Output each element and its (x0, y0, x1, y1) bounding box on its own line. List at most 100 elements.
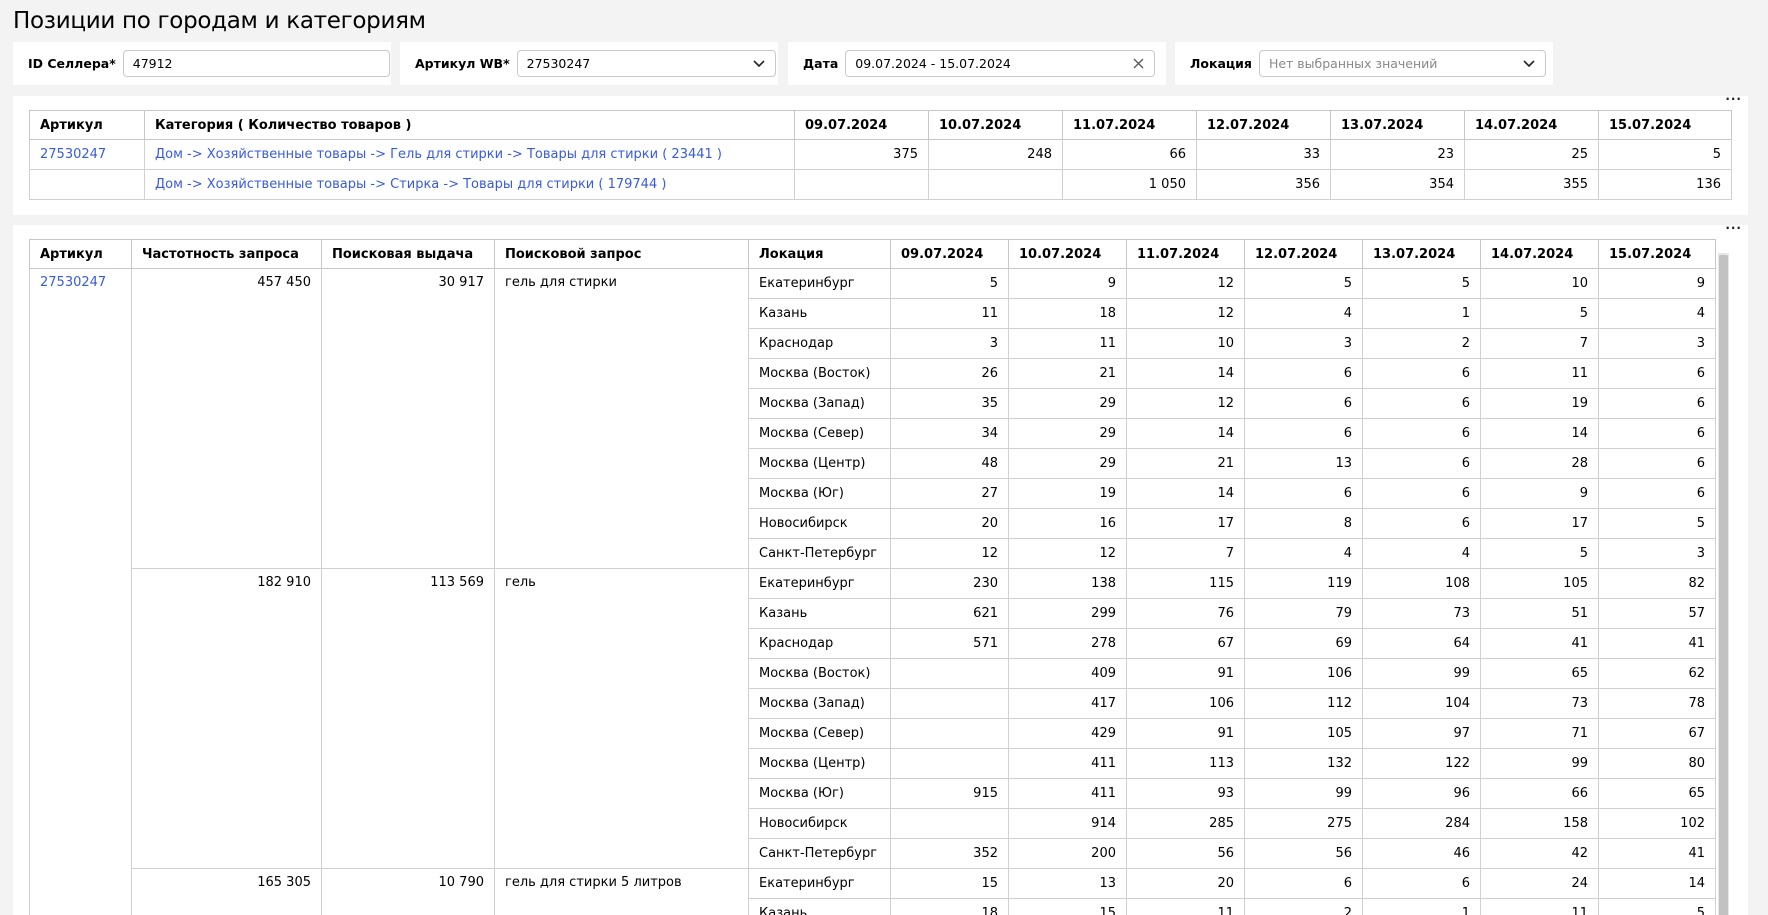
column-header[interactable]: 14.07.2024 (1464, 110, 1599, 140)
article-link[interactable]: 27530247 (40, 275, 106, 290)
column-header[interactable]: Артикул (29, 239, 132, 269)
frequency-cell: 182 910 (131, 568, 322, 869)
article-cell (29, 169, 145, 200)
column-header[interactable]: 14.07.2024 (1480, 239, 1599, 269)
category-cell: Дом -> Хозяйственные товары -> Стирка ->… (144, 169, 795, 200)
position-cell: 6 (1362, 418, 1481, 449)
position-cell: 78 (1598, 688, 1716, 719)
position-cell: 122 (1362, 748, 1481, 779)
column-header[interactable]: Локация (748, 239, 891, 269)
chevron-down-icon (1522, 57, 1536, 71)
position-cell: 34 (890, 418, 1009, 449)
position-cell (890, 718, 1009, 749)
column-header[interactable]: 15.07.2024 (1598, 239, 1716, 269)
position-cell: 3 (1598, 328, 1716, 359)
table-row: 27530247 Дом -> Хозяйственные товары -> Г… (29, 139, 1732, 170)
column-header[interactable]: 13.07.2024 (1330, 110, 1465, 140)
position-cell: 21 (1008, 358, 1127, 389)
position-cell: 18 (1008, 298, 1127, 329)
column-header[interactable]: 13.07.2024 (1362, 239, 1481, 269)
location-cell: Москва (Юг) (748, 778, 891, 809)
position-cell: 1 (1362, 298, 1481, 329)
position-cell: 80 (1598, 748, 1716, 779)
page-title: Позиции по городам и категориям (13, 8, 426, 34)
position-cell: 20 (890, 508, 1009, 539)
position-cell: 621 (890, 598, 1009, 629)
column-header[interactable]: 09.07.2024 (890, 239, 1009, 269)
seller-filter: ID Селлера* 47912 (13, 42, 391, 85)
seller-id-input[interactable]: 47912 (122, 50, 390, 77)
column-header[interactable]: Частотность запроса (131, 239, 322, 269)
position-cell: 41 (1480, 628, 1599, 659)
queries-table-header: Артикул Частотность запроса Поисковая выда… (29, 239, 1716, 269)
position-cell: 28 (1480, 448, 1599, 479)
position-cell (890, 688, 1009, 719)
column-header[interactable]: 12.07.2024 (1196, 110, 1331, 140)
position-cell: 29 (1008, 418, 1127, 449)
position-cell: 411 (1008, 748, 1127, 779)
position-cell: 6 (1244, 358, 1363, 389)
column-header[interactable]: Поисковой запрос (494, 239, 749, 269)
article-cell: 27530247 (29, 139, 145, 170)
location-select[interactable]: Нет выбранных значений (1258, 50, 1546, 77)
seller-label: ID Селлера* (28, 56, 116, 71)
position-cell: 56 (1126, 838, 1245, 869)
position-cell: 299 (1008, 598, 1127, 629)
vertical-scrollbar[interactable] (1718, 253, 1729, 915)
column-header[interactable]: Категория ( Количество товаров ) (144, 110, 795, 140)
column-header[interactable]: 11.07.2024 (1062, 110, 1197, 140)
date-label: Дата (803, 56, 839, 71)
position-cell: 106 (1126, 688, 1245, 719)
position-cell: 27 (890, 478, 1009, 509)
table-row: 182 910 113 569 гель Екатеринбург 230 138 115 1… (30, 568, 1716, 869)
position-cell: 57 (1598, 598, 1716, 629)
position-cell: 5 (1480, 538, 1599, 569)
position-cell: 11 (1126, 898, 1245, 915)
column-header[interactable]: 15.07.2024 (1598, 110, 1732, 140)
position-cell: 11 (1008, 328, 1127, 359)
column-header[interactable]: Артикул (29, 110, 145, 140)
more-menu-icon[interactable]: ··· (1725, 92, 1742, 106)
column-header[interactable]: 11.07.2024 (1126, 239, 1245, 269)
position-cell: 6 (1362, 448, 1481, 479)
position-cell: 6 (1244, 388, 1363, 419)
position-cell: 41 (1598, 838, 1716, 869)
article-link[interactable]: 27530247 (40, 147, 106, 162)
more-menu-icon[interactable]: ··· (1725, 225, 1742, 235)
position-cell: 102 (1598, 808, 1716, 839)
column-header[interactable]: 09.07.2024 (794, 110, 929, 140)
article-value: 27530247 (526, 56, 591, 71)
category-link[interactable]: Дом -> Хозяйственные товары -> Стирка ->… (155, 177, 666, 192)
position-cell: 115 (1126, 568, 1245, 599)
column-header[interactable]: 10.07.2024 (1008, 239, 1127, 269)
position-cell: 3 (1244, 328, 1363, 359)
scrollbar-thumb[interactable] (1719, 255, 1728, 915)
position-cell: 108 (1362, 568, 1481, 599)
position-cell: 71 (1480, 718, 1599, 749)
position-cell: 91 (1126, 658, 1245, 689)
position-cell: 15 (890, 868, 1009, 899)
position-cell: 9 (1008, 268, 1127, 299)
position-cell (928, 169, 1063, 200)
date-range-input[interactable]: 09.07.2024 - 15.07.2024 (845, 50, 1156, 77)
location-cell: Краснодар (748, 628, 891, 659)
column-header[interactable]: 10.07.2024 (928, 110, 1063, 140)
column-header[interactable]: Поисковая выдача (321, 239, 495, 269)
clear-icon[interactable] (1131, 57, 1145, 71)
position-cell: 35 (890, 388, 1009, 419)
position-cell: 248 (928, 139, 1063, 170)
position-cell: 119 (1244, 568, 1363, 599)
article-label: Артикул WB* (415, 56, 510, 71)
category-link[interactable]: Дом -> Хозяйственные товары -> Гель для … (155, 147, 722, 162)
position-cell: 6 (1598, 448, 1716, 479)
chevron-down-icon (752, 57, 766, 71)
position-cell: 113 (1126, 748, 1245, 779)
position-cell: 284 (1362, 808, 1481, 839)
position-cell: 14 (1598, 868, 1716, 899)
article-select[interactable]: 27530247 (516, 50, 776, 77)
position-cell: 13 (1008, 868, 1127, 899)
column-header[interactable]: 12.07.2024 (1244, 239, 1363, 269)
location-cell: Казань (748, 598, 891, 629)
category-table-header: Артикул Категория ( Количество товаров ) 0… (29, 110, 1732, 140)
date-filter: Дата 09.07.2024 - 15.07.2024 (788, 42, 1166, 85)
